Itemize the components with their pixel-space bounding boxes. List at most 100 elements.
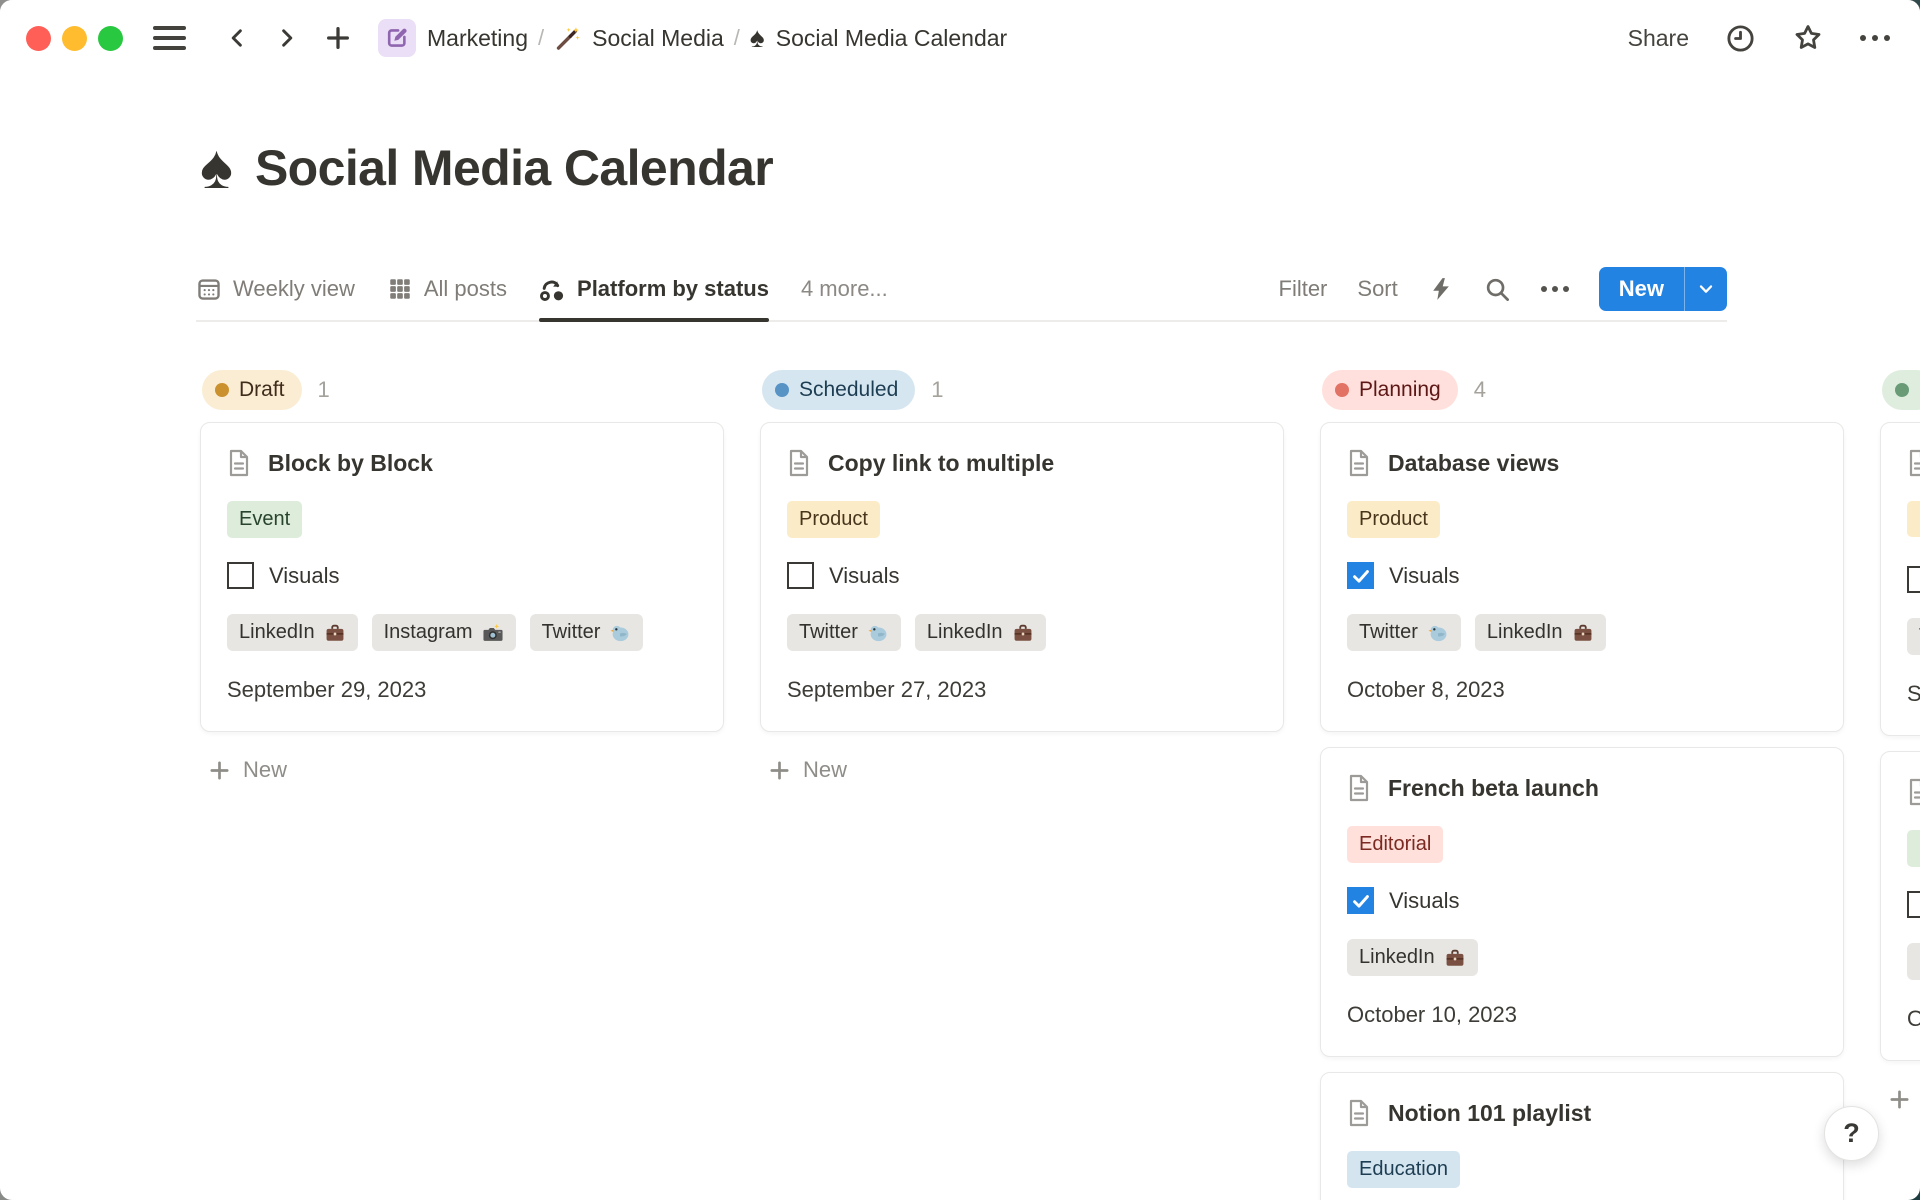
column-count: 4 bbox=[1474, 377, 1486, 403]
visuals-checkbox[interactable] bbox=[787, 562, 814, 589]
platform-label: LinkedIn bbox=[239, 621, 315, 644]
status-label: Scheduled bbox=[799, 378, 898, 402]
breadcrumb-item-marketing[interactable]: Marketing bbox=[378, 19, 528, 57]
view-options-icon[interactable] bbox=[1541, 286, 1569, 292]
card-database-views[interactable]: Database views Product Visuals Twitter bbox=[1320, 422, 1844, 732]
traffic-lights bbox=[26, 26, 123, 51]
bird-emoji bbox=[1427, 622, 1449, 644]
new-dropdown-chevron-icon[interactable] bbox=[1685, 267, 1727, 311]
status-pill-draft[interactable]: Draft bbox=[202, 370, 302, 410]
help-button[interactable]: ? bbox=[1824, 1106, 1879, 1161]
sidebar-menu-icon[interactable] bbox=[153, 26, 186, 50]
card-french-beta-launch[interactable]: French beta launch Editorial Visuals Lin… bbox=[1320, 747, 1844, 1057]
card-block-by-block[interactable]: Block by Block Event Visuals LinkedIn I bbox=[200, 422, 724, 732]
status-pill-scheduled[interactable]: Scheduled bbox=[762, 370, 915, 410]
briefcase-emoji bbox=[324, 622, 346, 644]
category-tag: Product bbox=[787, 501, 880, 538]
breadcrumb-separator: / bbox=[734, 25, 740, 51]
add-card-button[interactable]: New bbox=[200, 747, 724, 793]
page-doc-icon bbox=[1347, 1099, 1371, 1127]
platform-label: LinkedIn bbox=[1359, 946, 1435, 969]
favorite-star-icon[interactable] bbox=[1792, 22, 1824, 54]
checkbox-label: Visuals bbox=[269, 563, 340, 589]
breadcrumb-item-social-media-calendar[interactable]: ♠ Social Media Calendar bbox=[750, 24, 1007, 52]
status-pill-planning[interactable]: Planning bbox=[1322, 370, 1458, 410]
column-scheduled: Scheduled 1 Copy link to multiple Produc… bbox=[760, 370, 1284, 793]
platform-label: LinkedIn bbox=[927, 621, 1003, 644]
check-icon bbox=[1350, 565, 1372, 587]
visuals-checkbox[interactable] bbox=[1907, 891, 1920, 918]
platform-tag: Twitter bbox=[787, 614, 901, 651]
titlebar: Marketing / Social Media / ♠ Social Medi… bbox=[0, 0, 1920, 76]
grid-icon bbox=[387, 276, 413, 302]
card-title: Notion 101 playlist bbox=[1388, 1100, 1591, 1127]
filter-button[interactable]: Filter bbox=[1279, 276, 1328, 302]
category-tag: Event bbox=[227, 501, 302, 538]
page-doc-icon bbox=[1347, 774, 1371, 802]
more-views-button[interactable]: 4 more... bbox=[801, 258, 888, 320]
add-card-button[interactable]: New bbox=[1880, 1076, 1920, 1122]
sort-button[interactable]: Sort bbox=[1357, 276, 1397, 302]
share-button[interactable]: Share bbox=[1628, 25, 1689, 52]
camera-emoji bbox=[482, 622, 504, 644]
status-dot bbox=[775, 383, 789, 397]
close-window-button[interactable] bbox=[26, 26, 51, 51]
add-card-label: New bbox=[243, 757, 287, 783]
check-icon bbox=[1350, 890, 1372, 912]
card-partial[interactable]: T S bbox=[1880, 422, 1920, 736]
card-title: Copy link to multiple bbox=[828, 450, 1054, 477]
compose-icon bbox=[378, 19, 416, 57]
status-dot bbox=[215, 383, 229, 397]
tab-weekly-view[interactable]: Weekly view bbox=[196, 258, 355, 320]
spade-emoji: ♠ bbox=[750, 24, 765, 52]
tab-label: All posts bbox=[424, 276, 507, 302]
calendar-icon bbox=[196, 276, 222, 302]
category-tag bbox=[1907, 501, 1920, 537]
platform-tag: LinkedIn bbox=[1347, 939, 1478, 976]
breadcrumb-label: Social Media bbox=[592, 25, 724, 52]
view-tab-bar: Weekly view All posts Platform by status… bbox=[196, 258, 1727, 322]
card-title: Database views bbox=[1388, 450, 1559, 477]
tab-platform-by-status[interactable]: Platform by status bbox=[539, 258, 769, 320]
platform-tag: Twitter bbox=[1347, 614, 1461, 651]
card-date: September 29, 2023 bbox=[227, 677, 697, 703]
new-button-label: New bbox=[1599, 267, 1684, 311]
new-button[interactable]: New bbox=[1599, 267, 1727, 311]
page-title: Social Media Calendar bbox=[255, 139, 773, 197]
visuals-checkbox-checked[interactable] bbox=[1347, 887, 1374, 914]
card-partial[interactable]: E L O bbox=[1880, 751, 1920, 1061]
category-tag: Product bbox=[1347, 501, 1440, 538]
visuals-checkbox[interactable] bbox=[1907, 566, 1920, 593]
card-copy-link-to-multiple[interactable]: Copy link to multiple Product Visuals Tw… bbox=[760, 422, 1284, 732]
status-pill-partial[interactable] bbox=[1882, 370, 1920, 410]
checkbox-label: Visuals bbox=[829, 563, 900, 589]
checkbox-label: Visuals bbox=[1389, 563, 1460, 589]
breadcrumb-label: Marketing bbox=[427, 25, 528, 52]
platform-tag: Twitter bbox=[530, 614, 644, 651]
status-dot bbox=[1895, 383, 1909, 397]
briefcase-emoji bbox=[1012, 622, 1034, 644]
breadcrumb-item-social-media[interactable]: Social Media bbox=[554, 25, 724, 52]
checkbox-label: Visuals bbox=[1389, 888, 1460, 914]
tab-label: Platform by status bbox=[577, 276, 769, 302]
tab-all-posts[interactable]: All posts bbox=[387, 258, 507, 320]
history-clock-icon[interactable] bbox=[1725, 23, 1756, 54]
column-planning: Planning 4 Database views Product Visual… bbox=[1320, 370, 1844, 1200]
forward-icon[interactable] bbox=[275, 23, 298, 53]
add-card-button[interactable]: New bbox=[760, 747, 1284, 793]
card-notion-101-playlist[interactable]: Notion 101 playlist Education bbox=[1320, 1072, 1844, 1200]
tab-label: Weekly view bbox=[233, 276, 355, 302]
zoom-window-button[interactable] bbox=[98, 26, 123, 51]
visuals-checkbox[interactable] bbox=[227, 562, 254, 589]
page-icon-spade[interactable]: ♠ bbox=[200, 137, 233, 199]
status-label: Draft bbox=[239, 378, 285, 402]
visuals-checkbox-checked[interactable] bbox=[1347, 562, 1374, 589]
back-icon[interactable] bbox=[226, 23, 249, 53]
new-page-plus-icon[interactable] bbox=[324, 24, 352, 52]
search-icon[interactable] bbox=[1484, 276, 1511, 303]
plus-icon bbox=[1888, 1088, 1911, 1111]
minimize-window-button[interactable] bbox=[62, 26, 87, 51]
automations-bolt-icon[interactable] bbox=[1428, 276, 1454, 302]
page-doc-icon bbox=[1907, 449, 1920, 477]
more-options-icon[interactable] bbox=[1860, 35, 1890, 41]
